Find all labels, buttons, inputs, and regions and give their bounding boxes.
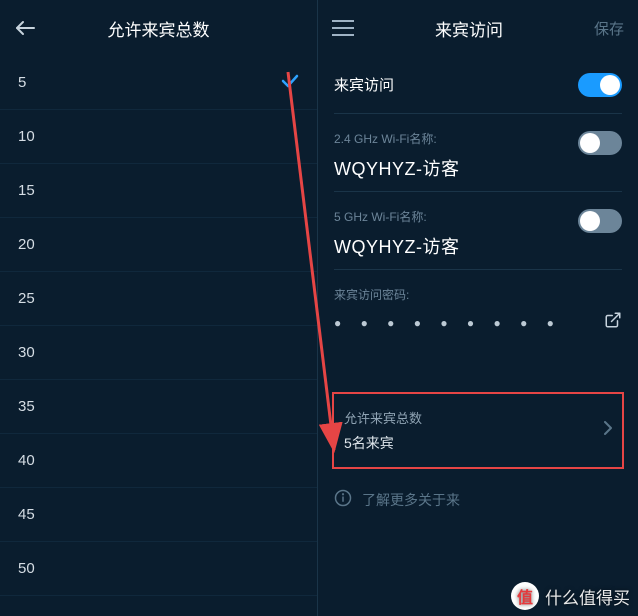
- list-item[interactable]: 40: [0, 434, 317, 488]
- save-button[interactable]: 保存: [584, 18, 624, 39]
- check-icon: [281, 74, 299, 92]
- chevron-right-icon: [604, 421, 612, 440]
- guest-access-toggle[interactable]: [578, 73, 622, 97]
- page-title-left: 允许来宾总数: [36, 16, 281, 41]
- list-item-label: 35: [18, 398, 35, 415]
- info-icon: [334, 489, 352, 510]
- list-item[interactable]: 20: [0, 218, 317, 272]
- learn-more-label: 了解更多关于来: [362, 490, 460, 510]
- row-wifi-5: 5 GHz Wi-Fi名称: WQYHYZ-访客: [334, 192, 622, 270]
- list-item[interactable]: 15: [0, 164, 317, 218]
- wifi24-toggle[interactable]: [578, 131, 622, 155]
- list-item-label: 10: [18, 128, 35, 145]
- list-item[interactable]: 30: [0, 326, 317, 380]
- header-left: 允许来宾总数: [0, 0, 317, 56]
- panel-guest-limit: 允许来宾总数 5 10 15 20 25 30 35 40 45 50: [0, 0, 317, 616]
- watermark: 值 什么值得买: [511, 582, 630, 610]
- list-item[interactable]: 25: [0, 272, 317, 326]
- share-icon[interactable]: [604, 311, 622, 334]
- guest-total-label: 允许来宾总数: [344, 408, 422, 427]
- list-item-label: 40: [18, 452, 35, 469]
- wifi24-name[interactable]: WQYHYZ-访客: [334, 155, 622, 181]
- row-wifi-24: 2.4 GHz Wi-Fi名称: WQYHYZ-访客: [334, 114, 622, 192]
- watermark-text: 什么值得买: [545, 584, 630, 609]
- guest-total-value: 5名来宾: [344, 433, 422, 453]
- row-guest-access: 来宾访问: [334, 56, 622, 114]
- password-field[interactable]: ● ● ● ● ● ● ● ● ●: [334, 316, 562, 330]
- header-right: 来宾访问 保存: [318, 0, 638, 56]
- panel-guest-access: 来宾访问 保存 来宾访问 2.4 GHz Wi-Fi名称: WQYHYZ-访客 …: [317, 0, 638, 616]
- list-item-label: 50: [18, 560, 35, 577]
- list-item[interactable]: 50: [0, 542, 317, 596]
- password-label: 来宾访问密码:: [334, 286, 622, 303]
- option-list: 5 10 15 20 25 30 35 40 45 50: [0, 56, 317, 596]
- list-item[interactable]: 45: [0, 488, 317, 542]
- wifi5-toggle[interactable]: [578, 209, 622, 233]
- list-item-label: 45: [18, 506, 35, 523]
- list-item-label: 5: [18, 74, 26, 91]
- list-item-label: 30: [18, 344, 35, 361]
- settings-content: 来宾访问 2.4 GHz Wi-Fi名称: WQYHYZ-访客 5 GHz Wi…: [318, 56, 638, 344]
- list-item[interactable]: 35: [0, 380, 317, 434]
- wifi24-label: 2.4 GHz Wi-Fi名称:: [334, 130, 437, 147]
- spacer: [318, 344, 638, 392]
- wifi5-name[interactable]: WQYHYZ-访客: [334, 233, 622, 259]
- list-item-label: 25: [18, 290, 35, 307]
- list-item[interactable]: 5: [0, 56, 317, 110]
- guest-access-label: 来宾访问: [334, 74, 394, 95]
- watermark-badge-icon: 值: [511, 582, 539, 610]
- list-item-label: 20: [18, 236, 35, 253]
- list-item[interactable]: 10: [0, 110, 317, 164]
- back-icon[interactable]: [14, 17, 36, 39]
- page-title-right: 来宾访问: [354, 16, 584, 41]
- menu-icon[interactable]: [332, 20, 354, 36]
- row-password: 来宾访问密码: ● ● ● ● ● ● ● ● ●: [334, 270, 622, 344]
- row-guest-total[interactable]: 允许来宾总数 5名来宾: [332, 392, 624, 469]
- list-item-label: 15: [18, 182, 35, 199]
- row-learn-more[interactable]: 了解更多关于来: [318, 469, 638, 530]
- wifi5-label: 5 GHz Wi-Fi名称:: [334, 208, 427, 225]
